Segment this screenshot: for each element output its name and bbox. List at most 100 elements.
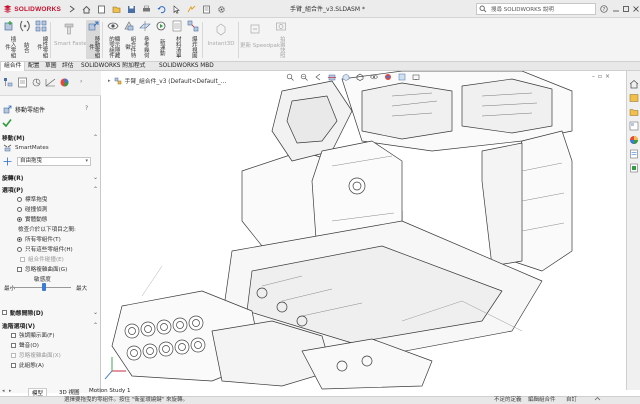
select-arrow-icon[interactable] — [171, 4, 182, 15]
ok-checkmark-icon[interactable] — [2, 118, 12, 128]
robot-arm-model[interactable] — [102, 71, 626, 390]
advanced-options-header[interactable]: 進階選項(V) ⌃ — [2, 321, 98, 330]
dynamic-clearance-header[interactable]: 動態間隙(D) ⌄ — [2, 308, 98, 317]
property-manager-icon[interactable] — [17, 77, 28, 88]
tabs-scroll-right-icon[interactable]: ▸ — [9, 388, 12, 394]
viewport-restore-icon[interactable]: ▫ — [598, 73, 602, 80]
home-icon[interactable] — [81, 4, 92, 15]
linear-pattern-button[interactable]: 線性零組件 — [34, 20, 48, 59]
apply-scene-icon[interactable] — [398, 73, 406, 81]
radio-all-components[interactable] — [17, 236, 22, 242]
advanced-highlight-faces[interactable]: 強調顯示面(F) — [11, 331, 55, 339]
update-speedpak-button[interactable]: 更新 Speedpak — [240, 22, 280, 49]
scope-these-components[interactable]: 只有這些零組件(H) — [17, 245, 73, 253]
appearances-icon[interactable] — [629, 135, 639, 145]
design-library-icon[interactable] — [629, 93, 639, 103]
move-section-header[interactable]: 移動(M) ⌃ — [2, 133, 98, 142]
configuration-manager-icon[interactable] — [31, 77, 42, 88]
advanced-ignore-complex[interactable]: 忽略複雜曲面(X) — [11, 351, 61, 359]
graphics-area[interactable]: ▸ 手臂_組合件_v3 (Default<Default_... – ▫ × — [102, 71, 626, 390]
section-view-icon[interactable] — [328, 73, 336, 81]
reference-geometry-button[interactable]: 參考幾何 — [138, 20, 152, 59]
rotate-section-header[interactable]: 旋轉(R) ⌄ — [2, 173, 98, 182]
view-orientation-icon[interactable] — [342, 73, 350, 81]
mate-button[interactable]: 結合 — [18, 20, 32, 59]
chevron-right-icon[interactable] — [66, 4, 77, 15]
tabs-scroll-left-icon[interactable]: ◂ — [2, 388, 5, 394]
show-hidden-components-button[interactable]: 顯示隱藏的零組件 — [106, 20, 120, 59]
feature-tree-flyout[interactable]: ▸ 手臂_組合件_v3 (Default<Default_... — [108, 76, 226, 85]
tab-motion-study[interactable]: Motion Study 1 — [86, 388, 134, 394]
close-icon[interactable] — [630, 3, 640, 14]
edit-appearance-icon[interactable] — [384, 73, 392, 81]
advanced-sound[interactable]: 聲音(O) — [11, 341, 39, 349]
solidworks-resources-icon[interactable] — [629, 163, 639, 173]
home-icon[interactable] — [629, 79, 639, 89]
take-snapshot-button[interactable]: 拍攝快照 — [274, 20, 288, 59]
new-document-icon[interactable] — [96, 4, 107, 15]
scope-all-components[interactable]: 所有零組件(T) — [17, 235, 61, 243]
feature-tree-icon[interactable] — [3, 77, 14, 88]
ignore-complex-checkbox[interactable] — [17, 266, 22, 272]
panel-help-icon[interactable]: ? — [85, 105, 88, 112]
undo-icon[interactable] — [156, 4, 167, 15]
smart-fasteners-button[interactable]: Smart Fasteners — [54, 22, 99, 47]
radio-collision-detection[interactable] — [17, 206, 22, 212]
hide-show-items-icon[interactable] — [370, 73, 378, 81]
open-folder-icon[interactable] — [111, 4, 122, 15]
exploded-view-button[interactable]: 爆炸視圖 — [186, 20, 200, 59]
tab-assembly[interactable]: 組合件 — [0, 62, 26, 71]
viewport-close-icon[interactable]: × — [605, 73, 610, 80]
status-customize[interactable]: 自訂 — [566, 397, 577, 404]
sound-checkbox[interactable] — [11, 342, 16, 348]
help-search-input[interactable]: 搜尋 SOLIDWORKS 說明 — [476, 3, 596, 15]
instant3d-button[interactable]: Instant3D — [206, 22, 236, 47]
tab-solidworks-addins[interactable]: SOLIDWORKS 附加程式 — [78, 62, 148, 71]
zoom-to-fit-icon[interactable] — [286, 73, 294, 81]
advanced-this-config[interactable]: 此組態(A) — [11, 361, 44, 369]
option-physical-dynamics[interactable]: 實體動態 — [17, 215, 47, 223]
tab-3d-views[interactable]: 3D 視圖 — [56, 388, 82, 396]
display-style-icon[interactable] — [356, 73, 364, 81]
radio-these-components[interactable] — [17, 246, 22, 252]
smartmates-option[interactable]: SmartMates — [3, 143, 49, 152]
sub-assembly-collision-check[interactable]: 組合件碰撞(E) — [20, 255, 64, 263]
status-settings-icon[interactable] — [594, 396, 601, 404]
zoom-area-icon[interactable] — [300, 73, 308, 81]
sensitivity-slider-track[interactable] — [11, 287, 71, 288]
insert-components-button[interactable]: 插入零組件 — [2, 20, 16, 59]
panel-expand-arrow-icon[interactable]: › — [80, 78, 82, 85]
option-collision-detection[interactable]: 碰撞偵測 — [17, 205, 47, 213]
radio-physical-dynamics[interactable] — [17, 216, 22, 222]
options-gear-icon[interactable] — [216, 4, 227, 15]
dimxpert-manager-icon[interactable] — [45, 77, 56, 88]
solidworks-logo[interactable]: SOLIDWORKS — [3, 3, 61, 15]
file-explorer-icon[interactable] — [629, 107, 639, 117]
dynamic-clearance-checkbox[interactable] — [2, 309, 7, 315]
tab-layout[interactable]: 配置 — [25, 62, 43, 71]
help-question-icon[interactable]: ? — [598, 3, 609, 14]
viewport-minimize-icon[interactable]: – — [592, 73, 595, 80]
sub-assembly-checkbox[interactable] — [20, 256, 25, 262]
rebuild-icon[interactable] — [186, 4, 197, 15]
view-settings-icon[interactable] — [412, 73, 420, 81]
option-standard-drag[interactable]: 標準拖曳 — [17, 195, 47, 203]
radio-standard-drag[interactable] — [17, 196, 22, 202]
new-motion-study-button[interactable]: 新運動 — [154, 20, 168, 59]
tab-solidworks-mbd[interactable]: SOLIDWORKS MBD — [156, 62, 217, 71]
highlight-faces-checkbox[interactable] — [11, 332, 16, 338]
assembly-features-button[interactable]: 組合件特徵 — [122, 20, 136, 59]
tree-expand-arrow-icon[interactable]: ▸ — [108, 78, 111, 84]
display-manager-icon[interactable] — [59, 77, 70, 88]
file-properties-icon[interactable] — [201, 4, 212, 15]
ignore-complex-surfaces-check[interactable]: 忽略複雜曲面(G) — [17, 265, 67, 273]
view-palette-icon[interactable] — [629, 121, 639, 131]
advanced-ignore-checkbox[interactable] — [11, 352, 16, 358]
move-component-button[interactable]: 移動零組件 — [86, 20, 100, 59]
move-mode-dropdown[interactable]: 自由拖曳 ▾ — [17, 157, 91, 166]
bill-of-materials-button[interactable]: 材料清單 — [170, 20, 184, 59]
save-icon[interactable] — [126, 4, 137, 15]
tab-sketch[interactable]: 草圖 — [42, 62, 60, 71]
sensitivity-slider-thumb[interactable] — [42, 283, 46, 291]
previous-view-icon[interactable] — [314, 73, 322, 81]
